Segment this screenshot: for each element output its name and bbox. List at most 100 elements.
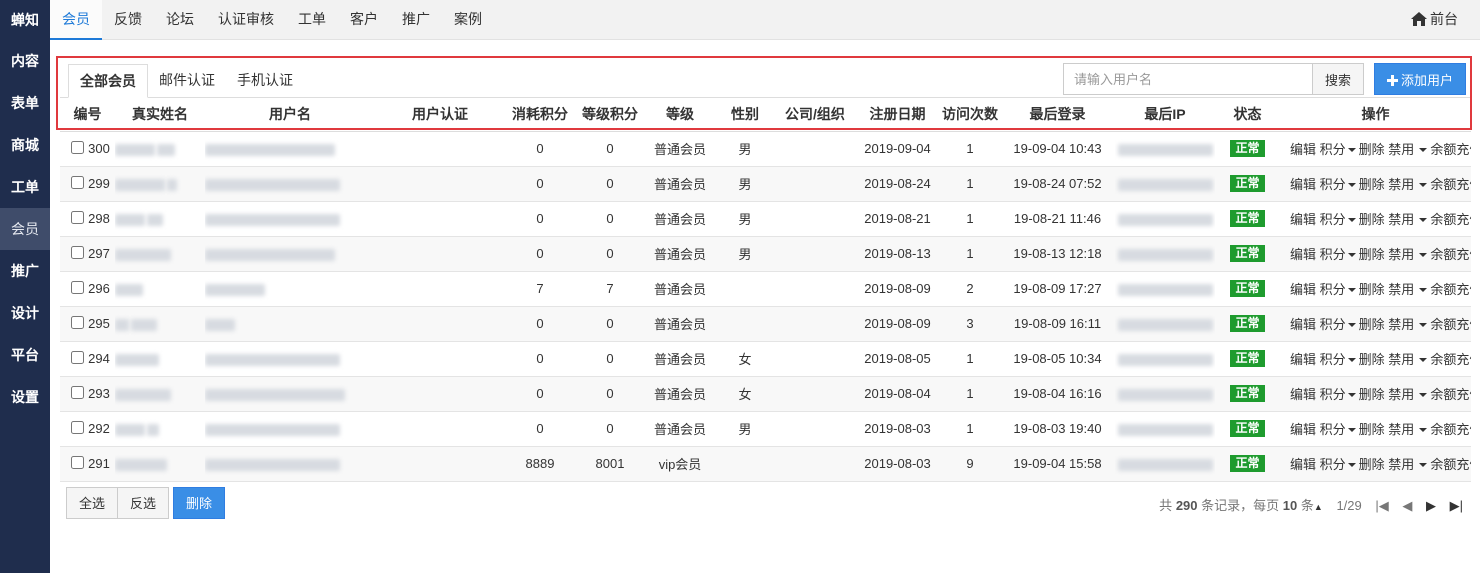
edit-link[interactable]: 编辑 — [1290, 247, 1316, 262]
caret-down-icon[interactable] — [1347, 463, 1356, 467]
recharge-link[interactable]: 余额充值 — [1430, 177, 1471, 192]
per-page-count[interactable]: 10 — [1283, 498, 1297, 513]
edit-link[interactable]: 编辑 — [1290, 352, 1316, 367]
sidebar-item[interactable]: 会员 — [0, 208, 50, 250]
row-checkbox[interactable] — [71, 421, 85, 434]
ban-dropdown[interactable]: 禁用 — [1388, 212, 1414, 227]
top-tab[interactable]: 会员 — [50, 0, 102, 40]
points-dropdown[interactable]: 积分 — [1320, 212, 1346, 227]
top-tab[interactable]: 工单 — [286, 0, 338, 40]
search-button[interactable]: 搜索 — [1312, 63, 1364, 95]
delete-link[interactable]: 删除 — [1359, 212, 1385, 227]
edit-link[interactable]: 编辑 — [1290, 317, 1316, 332]
row-checkbox[interactable] — [71, 456, 85, 469]
ban-dropdown[interactable]: 禁用 — [1388, 457, 1414, 472]
delete-link[interactable]: 删除 — [1359, 387, 1385, 402]
delete-link[interactable]: 删除 — [1359, 142, 1385, 157]
recharge-link[interactable]: 余额充值 — [1430, 387, 1471, 402]
delete-link[interactable]: 删除 — [1359, 247, 1385, 262]
recharge-link[interactable]: 余额充值 — [1430, 142, 1471, 157]
recharge-link[interactable]: 余额充值 — [1430, 457, 1471, 472]
first-page-icon[interactable]: |◀ — [1375, 498, 1388, 514]
points-dropdown[interactable]: 积分 — [1320, 352, 1346, 367]
per-page-caret-icon[interactable]: ▲ — [1314, 502, 1323, 512]
delete-link[interactable]: 删除 — [1359, 422, 1385, 437]
filter-tab[interactable]: 全部会员 — [68, 64, 148, 98]
last-page-icon[interactable]: ▶| — [1450, 498, 1463, 514]
filter-tab[interactable]: 邮件认证 — [148, 64, 226, 98]
row-checkbox[interactable] — [71, 386, 85, 399]
delete-link[interactable]: 删除 — [1359, 352, 1385, 367]
caret-down-icon[interactable] — [1347, 253, 1356, 257]
points-dropdown[interactable]: 积分 — [1320, 422, 1346, 437]
edit-link[interactable]: 编辑 — [1290, 177, 1316, 192]
caret-down-icon[interactable] — [1347, 323, 1356, 327]
delete-link[interactable]: 删除 — [1359, 317, 1385, 332]
caret-down-icon[interactable] — [1419, 148, 1428, 152]
ban-dropdown[interactable]: 禁用 — [1388, 352, 1414, 367]
recharge-link[interactable]: 余额充值 — [1430, 212, 1471, 227]
caret-down-icon[interactable] — [1419, 253, 1428, 257]
top-tab[interactable]: 反馈 — [102, 0, 154, 40]
invert-selection-button[interactable]: 反选 — [117, 486, 169, 519]
caret-down-icon[interactable] — [1347, 288, 1356, 292]
ban-dropdown[interactable]: 禁用 — [1388, 177, 1414, 192]
caret-down-icon[interactable] — [1419, 218, 1428, 222]
ban-dropdown[interactable]: 禁用 — [1388, 387, 1414, 402]
sidebar-item[interactable]: 设置 — [0, 376, 50, 418]
row-checkbox[interactable] — [71, 141, 85, 154]
batch-delete-button[interactable]: 删除 — [173, 486, 225, 519]
caret-down-icon[interactable] — [1347, 358, 1356, 362]
delete-link[interactable]: 删除 — [1359, 457, 1385, 472]
caret-down-icon[interactable] — [1419, 428, 1428, 432]
points-dropdown[interactable]: 积分 — [1320, 177, 1346, 192]
caret-down-icon[interactable] — [1419, 183, 1428, 187]
add-user-button[interactable]: 添加用户 — [1374, 63, 1466, 95]
points-dropdown[interactable]: 积分 — [1320, 387, 1346, 402]
edit-link[interactable]: 编辑 — [1290, 212, 1316, 227]
caret-down-icon[interactable] — [1347, 393, 1356, 397]
row-checkbox[interactable] — [71, 351, 85, 364]
select-all-button[interactable]: 全选 — [66, 486, 118, 519]
points-dropdown[interactable]: 积分 — [1320, 457, 1346, 472]
edit-link[interactable]: 编辑 — [1290, 422, 1316, 437]
caret-down-icon[interactable] — [1419, 393, 1428, 397]
sidebar-item[interactable]: 内容 — [0, 40, 50, 82]
recharge-link[interactable]: 余额充值 — [1430, 247, 1471, 262]
edit-link[interactable]: 编辑 — [1290, 142, 1316, 157]
edit-link[interactable]: 编辑 — [1290, 457, 1316, 472]
ban-dropdown[interactable]: 禁用 — [1388, 247, 1414, 262]
brand-logo[interactable]: 蝉知 — [0, 0, 50, 40]
sidebar-item[interactable]: 工单 — [0, 166, 50, 208]
top-tab[interactable]: 论坛 — [154, 0, 206, 40]
ban-dropdown[interactable]: 禁用 — [1388, 282, 1414, 297]
sidebar-item[interactable]: 表单 — [0, 82, 50, 124]
row-checkbox[interactable] — [71, 246, 85, 259]
row-checkbox[interactable] — [71, 316, 85, 329]
ban-dropdown[interactable]: 禁用 — [1388, 317, 1414, 332]
points-dropdown[interactable]: 积分 — [1320, 247, 1346, 262]
recharge-link[interactable]: 余额充值 — [1430, 317, 1471, 332]
filter-tab[interactable]: 手机认证 — [226, 64, 304, 98]
caret-down-icon[interactable] — [1347, 183, 1356, 187]
points-dropdown[interactable]: 积分 — [1320, 282, 1346, 297]
caret-down-icon[interactable] — [1419, 323, 1428, 327]
caret-down-icon[interactable] — [1419, 288, 1428, 292]
search-input[interactable] — [1063, 63, 1312, 95]
delete-link[interactable]: 删除 — [1359, 282, 1385, 297]
row-checkbox[interactable] — [71, 281, 85, 294]
recharge-link[interactable]: 余额充值 — [1430, 422, 1471, 437]
recharge-link[interactable]: 余额充值 — [1430, 282, 1471, 297]
caret-down-icon[interactable] — [1419, 463, 1428, 467]
points-dropdown[interactable]: 积分 — [1320, 142, 1346, 157]
next-page-icon[interactable]: ▶ — [1426, 498, 1436, 514]
top-tab[interactable]: 推广 — [390, 0, 442, 40]
caret-down-icon[interactable] — [1347, 428, 1356, 432]
row-checkbox[interactable] — [71, 211, 85, 224]
top-tab[interactable]: 客户 — [338, 0, 390, 40]
top-tab[interactable]: 认证审核 — [206, 0, 286, 40]
caret-down-icon[interactable] — [1347, 148, 1356, 152]
caret-down-icon[interactable] — [1419, 358, 1428, 362]
frontend-link[interactable]: 前台 — [1411, 0, 1458, 40]
points-dropdown[interactable]: 积分 — [1320, 317, 1346, 332]
